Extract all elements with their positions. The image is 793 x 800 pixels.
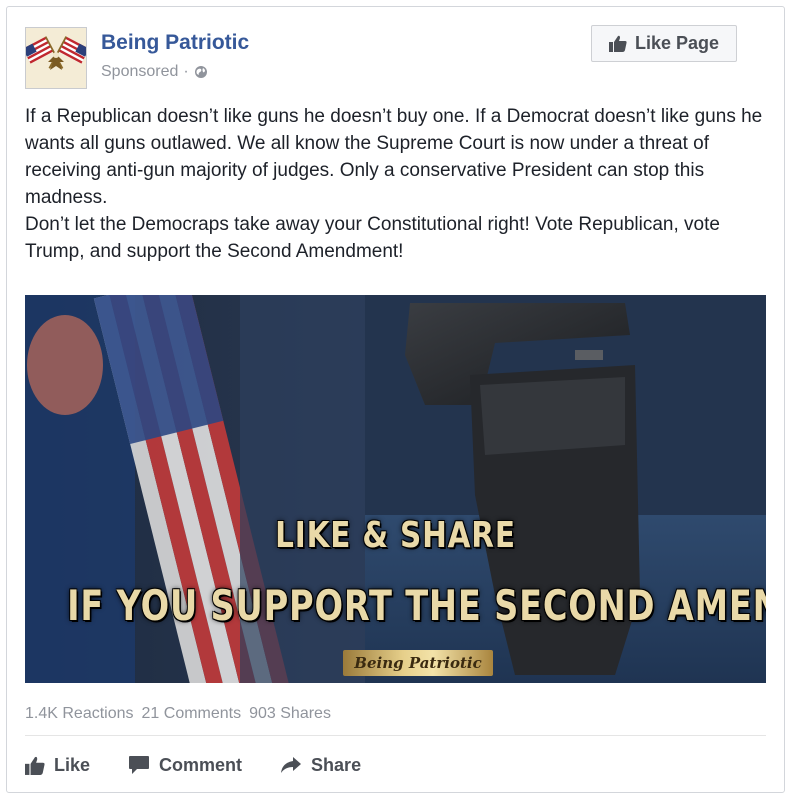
globe-icon[interactable] xyxy=(194,65,208,79)
post-paragraph-2: Don’t let the Democraps take away your C… xyxy=(25,214,720,262)
sponsored-post-card: Being Patriotic Sponsored · Like Page If… xyxy=(6,6,785,793)
sponsored-label[interactable]: Sponsored xyxy=(101,63,178,81)
post-text: If a Republican doesn’t like guns he doe… xyxy=(25,103,775,265)
actions-divider xyxy=(25,735,766,736)
thumbs-up-icon xyxy=(25,756,45,775)
post-meta: Sponsored · xyxy=(101,63,208,81)
share-label: Share xyxy=(311,754,362,775)
speech-bubble-icon xyxy=(128,755,150,775)
like-page-button[interactable]: Like Page xyxy=(591,25,737,62)
share-button[interactable]: Share xyxy=(280,755,361,776)
image-caption-line-1: LIKE & SHARE xyxy=(275,515,516,556)
page-name-link[interactable]: Being Patriotic xyxy=(101,31,249,55)
reactions-count[interactable]: 1.4K Reactions xyxy=(25,705,134,723)
comment-button[interactable]: Comment xyxy=(128,755,242,776)
page-avatar[interactable] xyxy=(25,27,87,89)
shares-count[interactable]: 903 Shares xyxy=(249,705,331,723)
image-watermark: Being Patriotic xyxy=(343,650,493,676)
post-actions: Like Comment Share xyxy=(25,751,766,779)
meta-separator: · xyxy=(183,63,189,80)
comments-count[interactable]: 21 Comments xyxy=(142,705,242,723)
crossed-flags-eagle-icon xyxy=(26,28,86,88)
like-page-label: Like Page xyxy=(634,33,720,53)
post-image[interactable]: LIKE & SHARE IF YOU SUPPORT THE SECOND A… xyxy=(25,295,766,683)
like-button[interactable]: Like xyxy=(25,755,90,776)
thumbs-up-icon xyxy=(608,35,627,52)
comment-label: Comment xyxy=(159,754,243,775)
image-caption-line-2: IF YOU SUPPORT THE SECOND AMENDMENT xyxy=(67,581,766,630)
share-arrow-icon xyxy=(280,756,302,774)
post-paragraph-1: If a Republican doesn’t like guns he doe… xyxy=(25,106,763,208)
like-label: Like xyxy=(54,754,91,775)
engagement-stats: 1.4K Reactions 21 Comments 903 Shares xyxy=(25,705,331,723)
